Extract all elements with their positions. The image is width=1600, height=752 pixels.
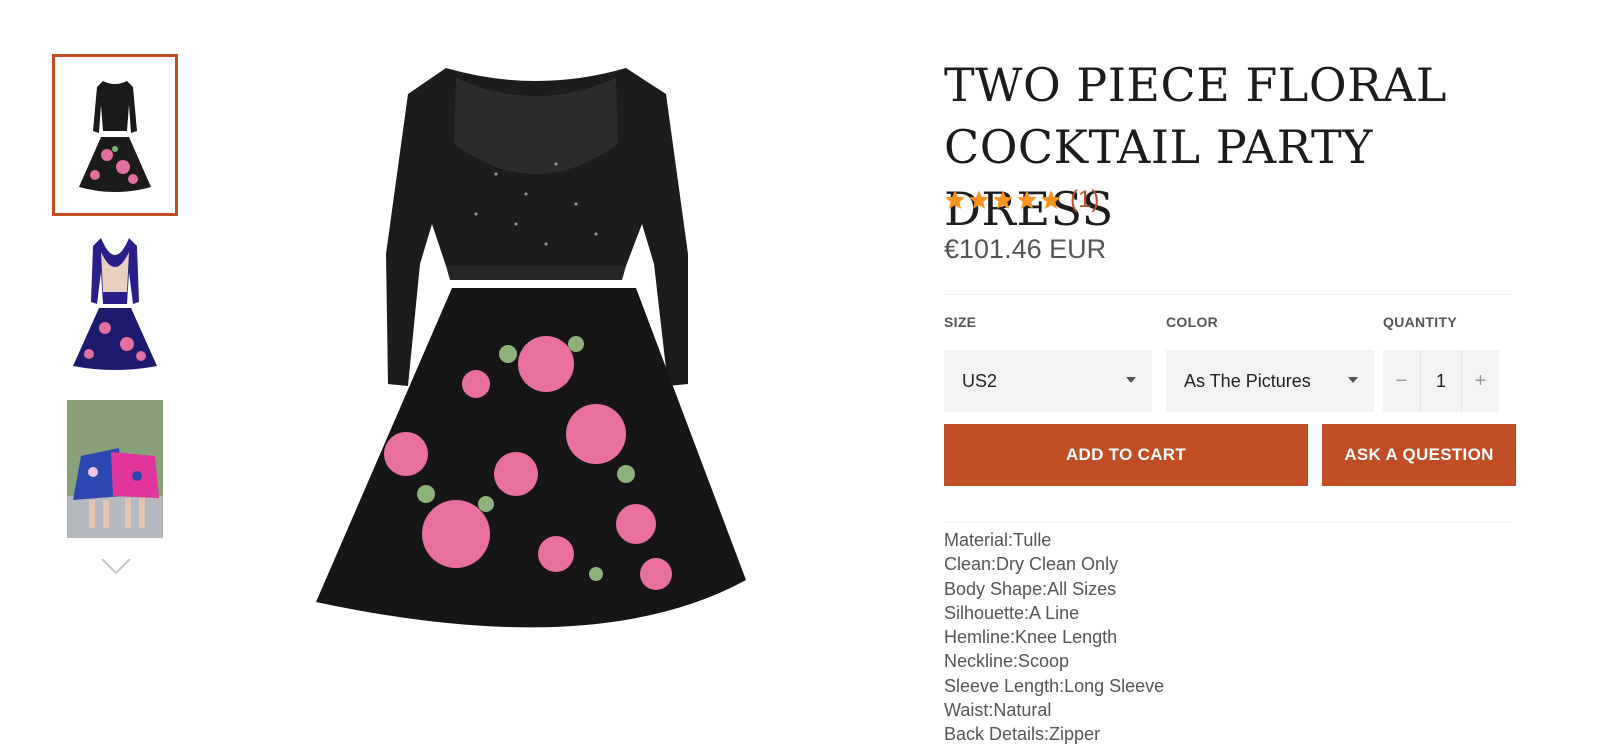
detail-line: Silhouette:A Line bbox=[944, 602, 1080, 623]
color-label: COLOR bbox=[1166, 314, 1219, 330]
caret-down-icon bbox=[1126, 377, 1136, 383]
thumbnail-2[interactable] bbox=[52, 232, 178, 372]
detail-line: Sleeve Length:Long Sleeve bbox=[944, 675, 1165, 696]
detail-line: Hemline:Knee Length bbox=[944, 627, 1118, 648]
star-icon bbox=[1017, 190, 1037, 209]
product-title-line-2: COCKTAIL PARTY DRESS bbox=[944, 120, 1374, 236]
caret-down-icon bbox=[1348, 377, 1358, 383]
add-to-cart-button[interactable]: ADD TO CART bbox=[944, 424, 1308, 486]
quantity-label: QUANTITY bbox=[1383, 314, 1457, 330]
detail-line: Neckline:Scoop bbox=[944, 651, 1070, 672]
detail-line: Clean:Dry Clean Only bbox=[944, 554, 1119, 575]
star-icon bbox=[1041, 190, 1061, 209]
ask-question-button[interactable]: ASK A QUESTION bbox=[1322, 424, 1516, 486]
rating-stars bbox=[944, 189, 1062, 211]
dress-main-image bbox=[316, 68, 746, 628]
detail-line: Back Details:Zipper bbox=[944, 724, 1101, 745]
divider bbox=[944, 294, 1510, 295]
detail-line: Material:Tulle bbox=[944, 530, 1052, 550]
dress-models-photo-thumb-image bbox=[67, 400, 163, 538]
product-rating[interactable]: (1) bbox=[944, 186, 1099, 214]
thumbnail-1[interactable] bbox=[52, 54, 178, 216]
star-icon bbox=[969, 190, 989, 209]
color-select-value: As The Pictures bbox=[1184, 370, 1311, 391]
size-select[interactable]: US2 bbox=[944, 350, 1152, 412]
product-details: Material:Tulle Clean:Dry Clean Only Body… bbox=[944, 528, 1164, 747]
product-info: TWO PIECE FLORAL COCKTAIL PARTY DRESS (1… bbox=[944, 54, 1516, 744]
quantity-stepper: − 1 + bbox=[1383, 350, 1499, 412]
quantity-input[interactable]: 1 bbox=[1420, 350, 1462, 412]
dress-black-floral-thumb-image bbox=[79, 81, 151, 192]
thumbnail-3[interactable] bbox=[52, 400, 178, 538]
product-price: €101.46 EUR bbox=[944, 234, 1107, 264]
star-icon bbox=[945, 190, 965, 209]
chevron-down-icon[interactable] bbox=[100, 556, 132, 576]
product-main-image[interactable] bbox=[296, 54, 776, 654]
quantity-increase-button[interactable]: + bbox=[1462, 350, 1499, 412]
detail-line: Body Shape:All Sizes bbox=[944, 578, 1117, 599]
size-select-value: US2 bbox=[962, 370, 998, 391]
size-label: SIZE bbox=[944, 314, 977, 330]
detail-line: Waist:Natural bbox=[944, 700, 1052, 721]
divider bbox=[944, 522, 1510, 523]
color-select[interactable]: As The Pictures bbox=[1166, 350, 1374, 412]
review-count[interactable]: (1) bbox=[1070, 186, 1099, 214]
star-icon bbox=[993, 190, 1013, 209]
quantity-decrease-button[interactable]: − bbox=[1383, 350, 1420, 412]
dress-blue-back-thumb-image bbox=[73, 238, 157, 370]
product-title-line-1: TWO PIECE FLORAL bbox=[944, 58, 1447, 112]
